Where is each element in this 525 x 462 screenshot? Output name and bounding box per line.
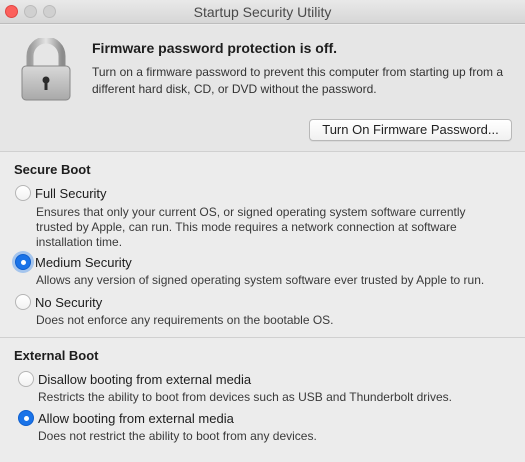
secure-boot-heading: Secure Boot (14, 162, 91, 177)
divider (0, 151, 525, 152)
disallow-external-boot-description: Restricts the ability to boot from devic… (38, 390, 452, 404)
divider (0, 337, 525, 338)
external-boot-heading: External Boot (14, 348, 99, 363)
full-security-description: Ensures that only your current OS, or si… (36, 205, 466, 249)
window-title: Startup Security Utility (193, 4, 332, 20)
title-bar: Startup Security Utility (0, 0, 525, 24)
lock-icon (21, 38, 71, 101)
full-security-label[interactable]: Full Security (35, 186, 107, 201)
no-security-label[interactable]: No Security (35, 295, 102, 310)
no-security-radio[interactable] (15, 294, 31, 310)
disallow-external-boot-label[interactable]: Disallow booting from external media (38, 372, 251, 387)
medium-security-description: Allows any version of signed operating s… (36, 273, 485, 287)
no-security-description: Does not enforce any requirements on the… (36, 313, 334, 327)
allow-external-boot-description: Does not restrict the ability to boot fr… (38, 429, 317, 443)
firmware-status-heading: Firmware password protection is off. (92, 40, 338, 56)
allow-external-boot-radio[interactable] (18, 410, 34, 426)
turn-on-firmware-password-button[interactable]: Turn On Firmware Password... (309, 119, 512, 141)
firmware-description: Turn on a firmware password to prevent t… (92, 65, 504, 96)
allow-external-boot-label[interactable]: Allow booting from external media (38, 411, 234, 426)
full-security-radio[interactable] (15, 185, 31, 201)
startup-security-window: Startup Security Utility Firmware passwo… (0, 0, 525, 462)
medium-security-label[interactable]: Medium Security (35, 255, 132, 270)
medium-security-radio[interactable] (15, 254, 31, 270)
disallow-external-boot-radio[interactable] (18, 371, 34, 387)
